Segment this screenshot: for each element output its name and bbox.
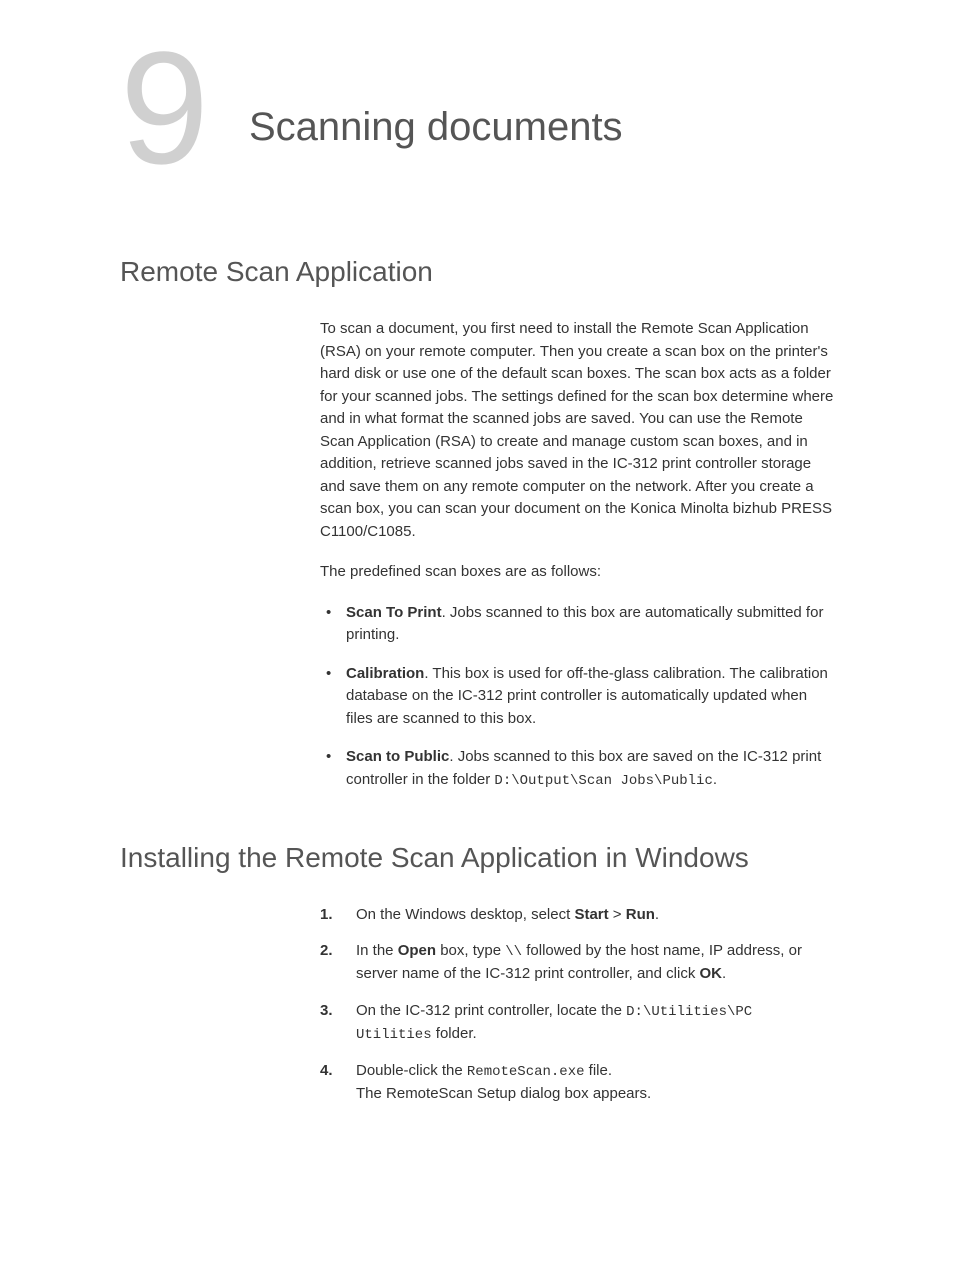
item-title: Scan to Public [346,748,449,765]
step-text: On the Windows desktop, select [356,906,574,923]
step-text-a: On the IC-312 print controller, locate t… [356,1002,626,1019]
step-number: 4. [320,1060,333,1083]
section-installing-rsa-windows: Installing the Remote Scan Application i… [120,842,834,1106]
step-end: . [722,965,726,982]
step-item: 2. In the Open box, type \\ followed by … [320,940,834,986]
chapter-number: 9 [120,40,209,176]
step-text-a: Double-click the [356,1062,467,1079]
ui-run: Run [626,906,655,923]
ui-ok: OK [700,965,723,982]
item-desc-b: . [713,771,717,788]
separator: > [609,906,626,923]
step-mono: \\ [505,944,522,960]
item-title: Scan To Print [346,604,442,621]
chapter-title: Scanning documents [249,105,623,150]
section-remote-scan-application: Remote Scan Application To scan a docume… [120,256,834,792]
section-content: 1. On the Windows desktop, select Start … [320,904,834,1106]
item-path: D:\Output\Scan Jobs\Public [494,773,712,789]
step-number: 2. [320,940,333,963]
step-text-b: box, type [436,942,505,959]
list-item: Calibration. This box is used for off-th… [320,663,834,731]
ui-open: Open [398,942,436,959]
step-item: 3. On the IC-312 print controller, locat… [320,1000,834,1046]
step-number: 1. [320,904,333,927]
scan-box-list: Scan To Print. Jobs scanned to this box … [320,602,834,792]
install-steps: 1. On the Windows desktop, select Start … [320,904,834,1106]
ui-start: Start [574,906,608,923]
step-file: RemoteScan.exe [467,1064,585,1080]
step-text-b: file. [585,1062,613,1079]
step-text-b: folder. [432,1025,477,1042]
list-item: Scan To Print. Jobs scanned to this box … [320,602,834,647]
step-number: 3. [320,1000,333,1023]
step-text-a: In the [356,942,398,959]
intro-paragraph: To scan a document, you first need to in… [320,318,834,543]
step-end: . [655,906,659,923]
chapter-header: 9 Scanning documents [120,50,834,176]
step-item: 1. On the Windows desktop, select Start … [320,904,834,927]
section-heading: Installing the Remote Scan Application i… [120,842,834,874]
step-item: 4. Double-click the RemoteScan.exe file.… [320,1060,834,1106]
predefined-intro: The predefined scan boxes are as follows… [320,561,834,584]
list-item: Scan to Public. Jobs scanned to this box… [320,746,834,792]
step-result: The RemoteScan Setup dialog box appears. [356,1085,651,1102]
section-heading: Remote Scan Application [120,256,834,288]
section-content: To scan a document, you first need to in… [320,318,834,792]
item-title: Calibration [346,665,424,682]
